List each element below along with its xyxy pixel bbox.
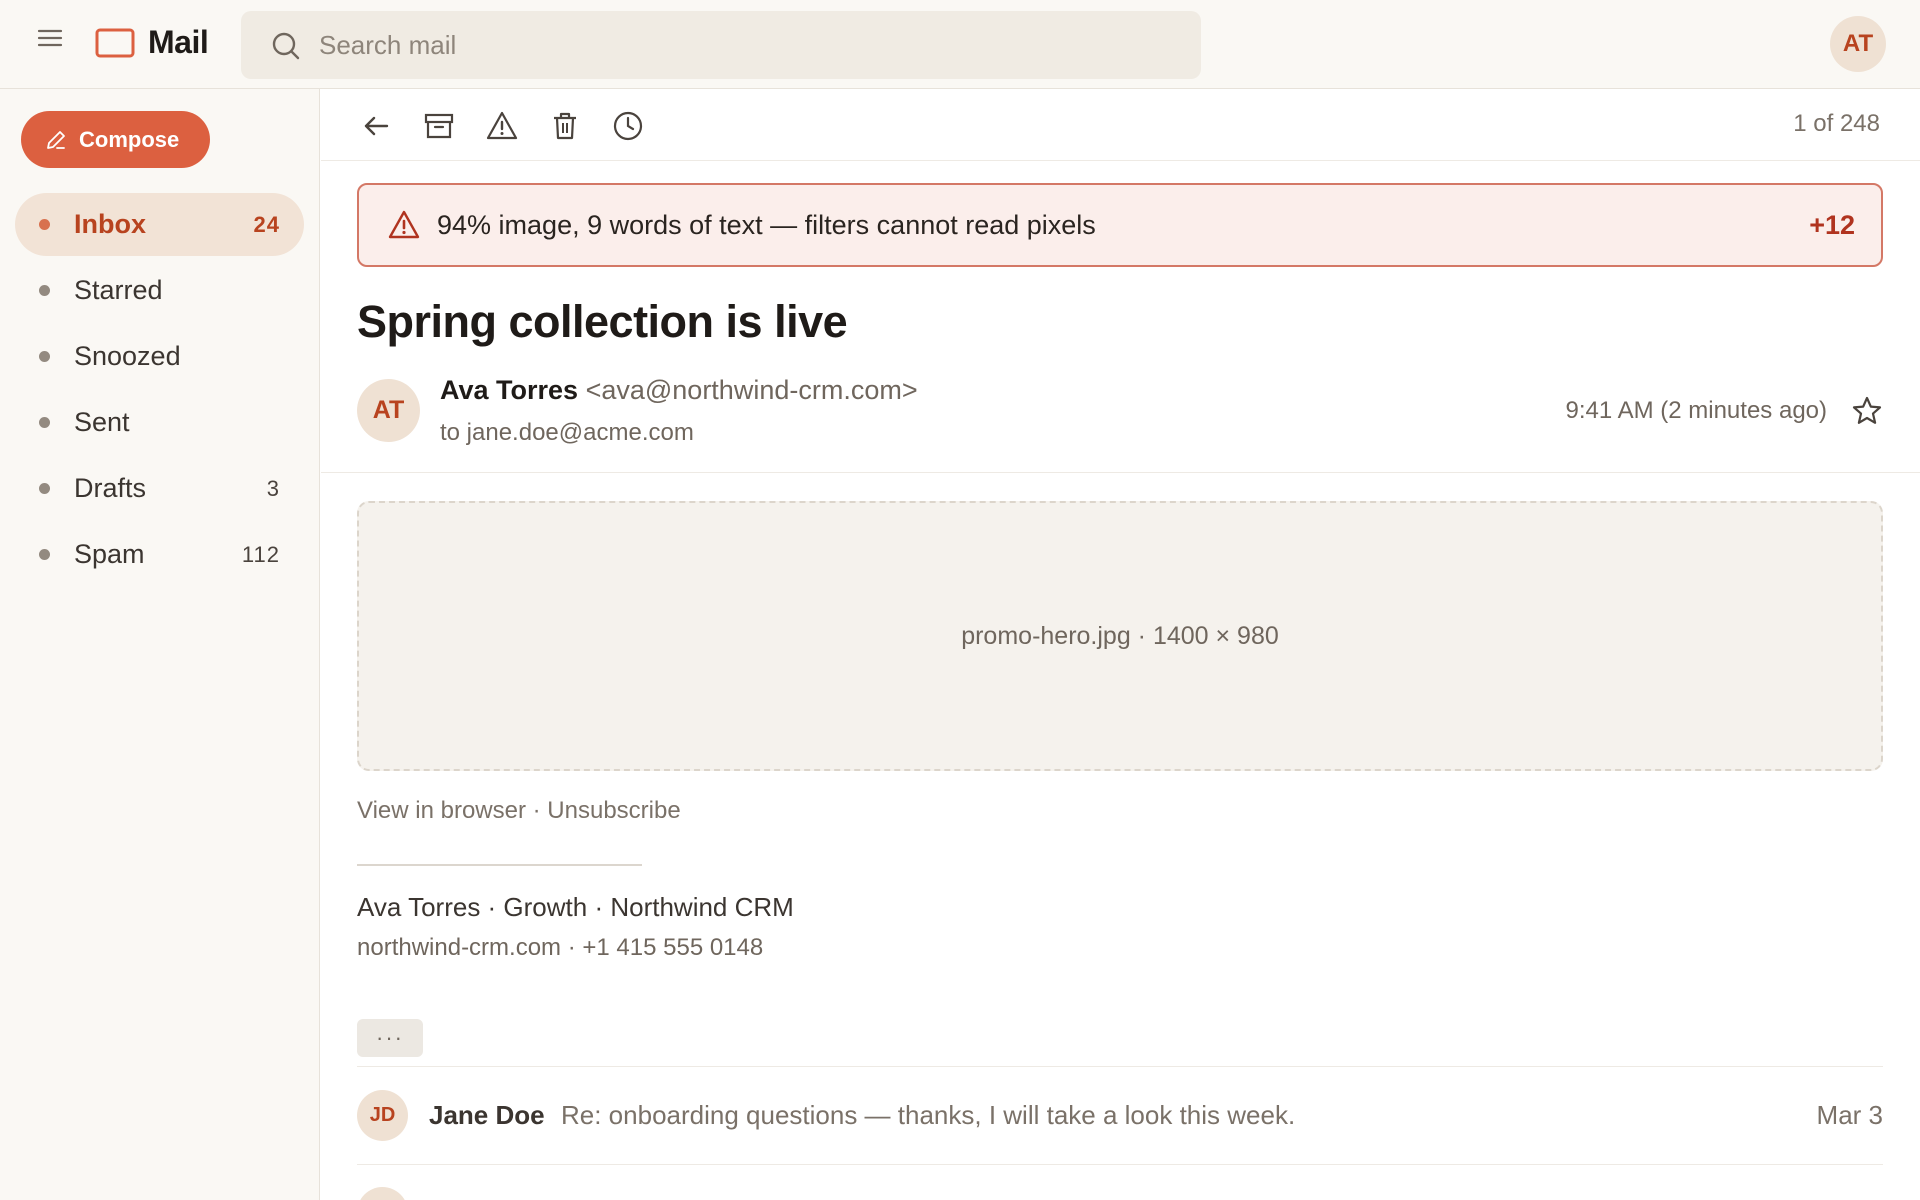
thread-sender-name: Jane Doe [429,1100,545,1130]
unread-count: 24 [253,211,280,237]
mail-logo-icon [95,28,135,58]
compose-label: Compose [79,126,180,152]
sender-line: Ava Torres <ava@northwind-crm.com> [440,375,918,406]
sidebar-item-label: Spam [74,539,145,569]
sidebar-item-label: Drafts [74,473,147,503]
sidebar-item-starred[interactable]: Starred [15,259,304,322]
search-bar[interactable] [241,11,1201,79]
search-icon [271,31,301,61]
warning-icon [387,209,421,241]
spam-warning-banner: 94% image, 9 words of text — filters can… [357,183,1883,267]
recipient-line: to jane.doe@acme.com [440,419,694,446]
view-in-browser-link[interactable]: View in browser [357,797,526,824]
app-title: Mail [148,24,209,60]
sidebar-item-inbox[interactable]: Inbox 24 [15,193,304,256]
divider [321,472,1920,473]
unread-count: 112 [241,541,280,567]
account-avatar[interactable]: AT [1830,16,1886,72]
sender-avatar: AT [357,379,420,442]
folder-dot-icon [39,483,50,494]
compose-button[interactable]: Compose [21,111,210,168]
blocked-image-placeholder[interactable]: promo-hero.jpg · 1400 × 980 [357,501,1883,771]
trash-icon[interactable] [548,109,582,143]
unsubscribe-link[interactable]: Unsubscribe [547,797,680,824]
divider [321,160,1920,161]
sidebar: Compose Inbox 24 Starred Snoozed Sent Dr… [0,89,320,1200]
spam-score: +12 [1809,210,1855,240]
signature-divider [357,864,642,866]
sidebar-item-label: Sent [74,407,130,437]
sender-email: <ava@northwind-crm.com> [585,375,918,405]
star-icon[interactable] [1850,394,1884,428]
pencil-icon [47,130,65,149]
message-subject: Spring collection is live [357,296,848,347]
thread-snippet: Re: onboarding questions — thanks, I wil… [561,1100,1296,1130]
search-input[interactable] [319,11,1179,79]
thread-message-row[interactable]: JD Jane Doe Re: onboarding questions — t… [357,1067,1883,1163]
sidebar-item-spam[interactable]: Spam 112 [15,523,304,586]
signature-line: Ava Torres · Growth · Northwind CRM [357,892,794,922]
sidebar-item-label: Starred [74,275,163,305]
message-pager: 1 of 248 [1793,110,1880,137]
folder-dot-icon [39,285,50,296]
sidebar-item-drafts[interactable]: Drafts 3 [15,457,304,520]
warning-text: 94% image, 9 words of text — filters can… [437,210,1096,240]
folder-dot-icon [39,219,50,230]
avatar: JD [357,1090,408,1141]
divider [357,1164,1883,1165]
avatar [357,1187,408,1200]
signature-contact: northwind-crm.com · +1 415 555 0148 [357,934,764,961]
show-trimmed-content-button[interactable]: ··· [357,1019,423,1057]
sidebar-item-snoozed[interactable]: Snoozed [15,325,304,388]
sender-name[interactable]: Ava Torres [440,375,578,405]
back-arrow-icon[interactable] [359,109,393,143]
folder-dot-icon [39,417,50,428]
folder-dot-icon [39,351,50,362]
message-timestamp: 9:41 AM (2 minutes ago) [1565,397,1827,424]
top-bar: Mail AT [0,0,1920,89]
unread-count: 3 [266,475,280,501]
image-caption: promo-hero.jpg · 1400 × 980 [961,621,1279,650]
sidebar-item-label: Snoozed [74,341,181,371]
sidebar-item-sent[interactable]: Sent [15,391,304,454]
thread-date: Mar 3 [1816,1100,1883,1130]
menu-icon[interactable] [36,24,64,52]
footer-links: View in browser · Unsubscribe [357,797,681,825]
archive-icon[interactable] [422,109,456,143]
report-spam-icon[interactable] [485,109,519,143]
sidebar-item-label: Inbox [74,209,146,239]
folder-dot-icon [39,549,50,560]
link-separator: · [525,797,548,824]
snooze-clock-icon[interactable] [611,109,645,143]
